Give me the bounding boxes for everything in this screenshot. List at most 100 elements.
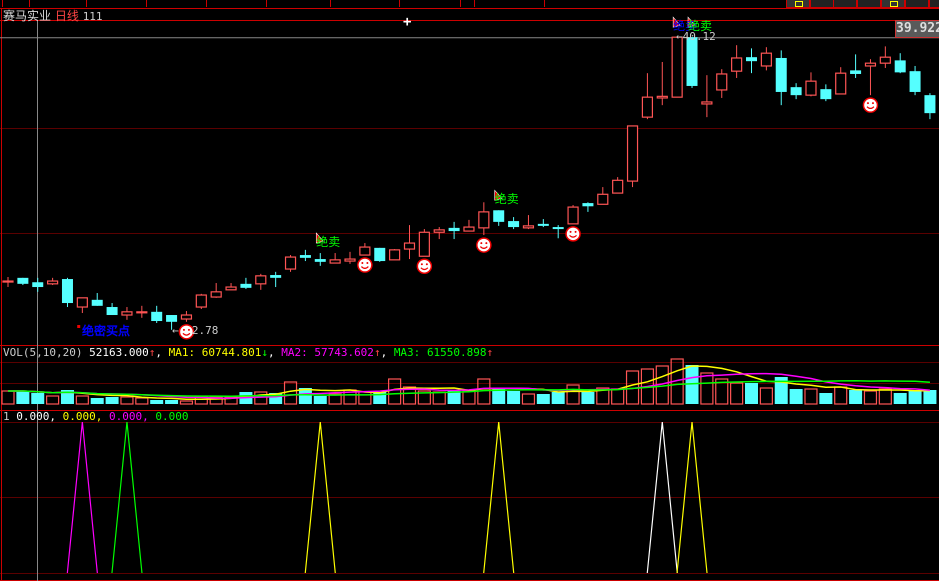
candle-body	[47, 280, 59, 285]
volume-bar	[75, 395, 89, 405]
candle-body	[17, 277, 29, 284]
volume-bar	[1, 390, 15, 405]
candle-body	[359, 246, 371, 256]
candle	[716, 69, 728, 98]
stock-chart[interactable]	[0, 0, 939, 581]
arrow-left-icon: ←	[172, 324, 179, 337]
candle-body	[299, 255, 311, 258]
candle	[463, 219, 475, 232]
buy-flag-icon	[77, 325, 81, 328]
candle	[597, 187, 609, 205]
candle-body	[374, 247, 386, 262]
volume-bar	[179, 400, 194, 405]
volume-title: VOL(5,10,20)	[3, 346, 83, 359]
candle-body	[582, 203, 594, 207]
candle-body	[805, 80, 817, 96]
candle-body	[195, 294, 207, 308]
smiley-eye	[569, 230, 572, 233]
ma2-value: 57743.602	[314, 346, 374, 359]
candle-body	[879, 56, 891, 64]
candle	[701, 75, 713, 118]
smiley-eye	[425, 263, 428, 266]
candle-body	[612, 179, 624, 194]
crosshair-cursor-icon: +	[403, 14, 412, 30]
candle	[284, 255, 297, 272]
candle	[136, 305, 148, 318]
candle-body	[478, 211, 490, 229]
candle-body	[686, 37, 698, 86]
candle-body	[180, 314, 193, 320]
candle	[835, 67, 847, 95]
candle-body	[166, 315, 178, 322]
candle-body	[284, 256, 297, 270]
volume-bar	[759, 387, 773, 405]
candle	[894, 53, 906, 74]
period-label[interactable]: 日线	[55, 9, 79, 23]
candle-body	[136, 311, 148, 314]
candle-body	[91, 299, 103, 306]
smiley-buy-icon	[357, 257, 373, 273]
candle-body	[760, 52, 772, 67]
smiley-face	[565, 226, 581, 242]
volume-bar	[700, 372, 714, 405]
candle-body	[76, 297, 88, 308]
indicator-value-4: 0.000	[155, 410, 189, 423]
sell-signal-label: 绝卖	[688, 19, 713, 34]
ma3-value: 61550.898	[426, 346, 487, 359]
volume-bar	[283, 381, 298, 405]
candle	[552, 225, 564, 239]
down-arrow-icon: ↓	[261, 346, 268, 359]
volume-bar	[165, 400, 179, 404]
volume-bar	[492, 389, 506, 404]
candle-body	[597, 193, 609, 205]
candle	[2, 277, 14, 288]
volume-bar	[789, 389, 803, 404]
up-arrow-icon: ↑	[486, 346, 494, 359]
candle-body	[775, 57, 787, 92]
smiley-buy-icon	[416, 258, 433, 275]
candle-body	[433, 229, 445, 233]
smiley-eye	[574, 230, 577, 233]
smiley-eye	[420, 263, 423, 266]
candle	[195, 293, 207, 310]
candle	[537, 219, 549, 228]
volume-bar	[611, 388, 625, 405]
candle	[924, 93, 936, 120]
candle	[389, 249, 401, 261]
candle	[403, 225, 416, 260]
candle	[47, 277, 59, 286]
candle	[91, 293, 103, 306]
code-suffix: 111	[82, 10, 103, 23]
candle-body	[537, 223, 549, 226]
current-price-label: 39.922	[895, 20, 939, 38]
candle	[225, 283, 237, 291]
ma1-label: MA1:	[168, 346, 196, 359]
candle	[731, 45, 743, 78]
candle	[17, 277, 29, 286]
candle	[359, 243, 371, 256]
volume-bar	[105, 397, 119, 404]
candle-body	[835, 72, 847, 95]
smiley-eye	[480, 242, 483, 245]
smiley-face	[357, 257, 373, 273]
volume-bar	[551, 392, 565, 404]
candle-body	[864, 62, 877, 67]
candle-body	[522, 225, 535, 229]
volume-bar	[462, 390, 476, 405]
candle-body	[656, 95, 668, 99]
volume-bar	[150, 400, 164, 404]
candle-body	[210, 291, 222, 298]
ma1-value: 60744.801	[201, 346, 262, 359]
sell-signal-label: 绝卖	[494, 192, 519, 207]
candle-body	[255, 275, 267, 285]
candle-body	[909, 71, 921, 92]
candle	[686, 37, 698, 88]
candle-body	[61, 279, 73, 304]
candle-body	[344, 258, 356, 262]
candle	[76, 297, 88, 314]
volume-bar	[313, 396, 327, 404]
candle	[775, 50, 787, 106]
candle	[626, 125, 639, 188]
candle-body	[746, 57, 757, 62]
signal-markers	[77, 16, 879, 340]
